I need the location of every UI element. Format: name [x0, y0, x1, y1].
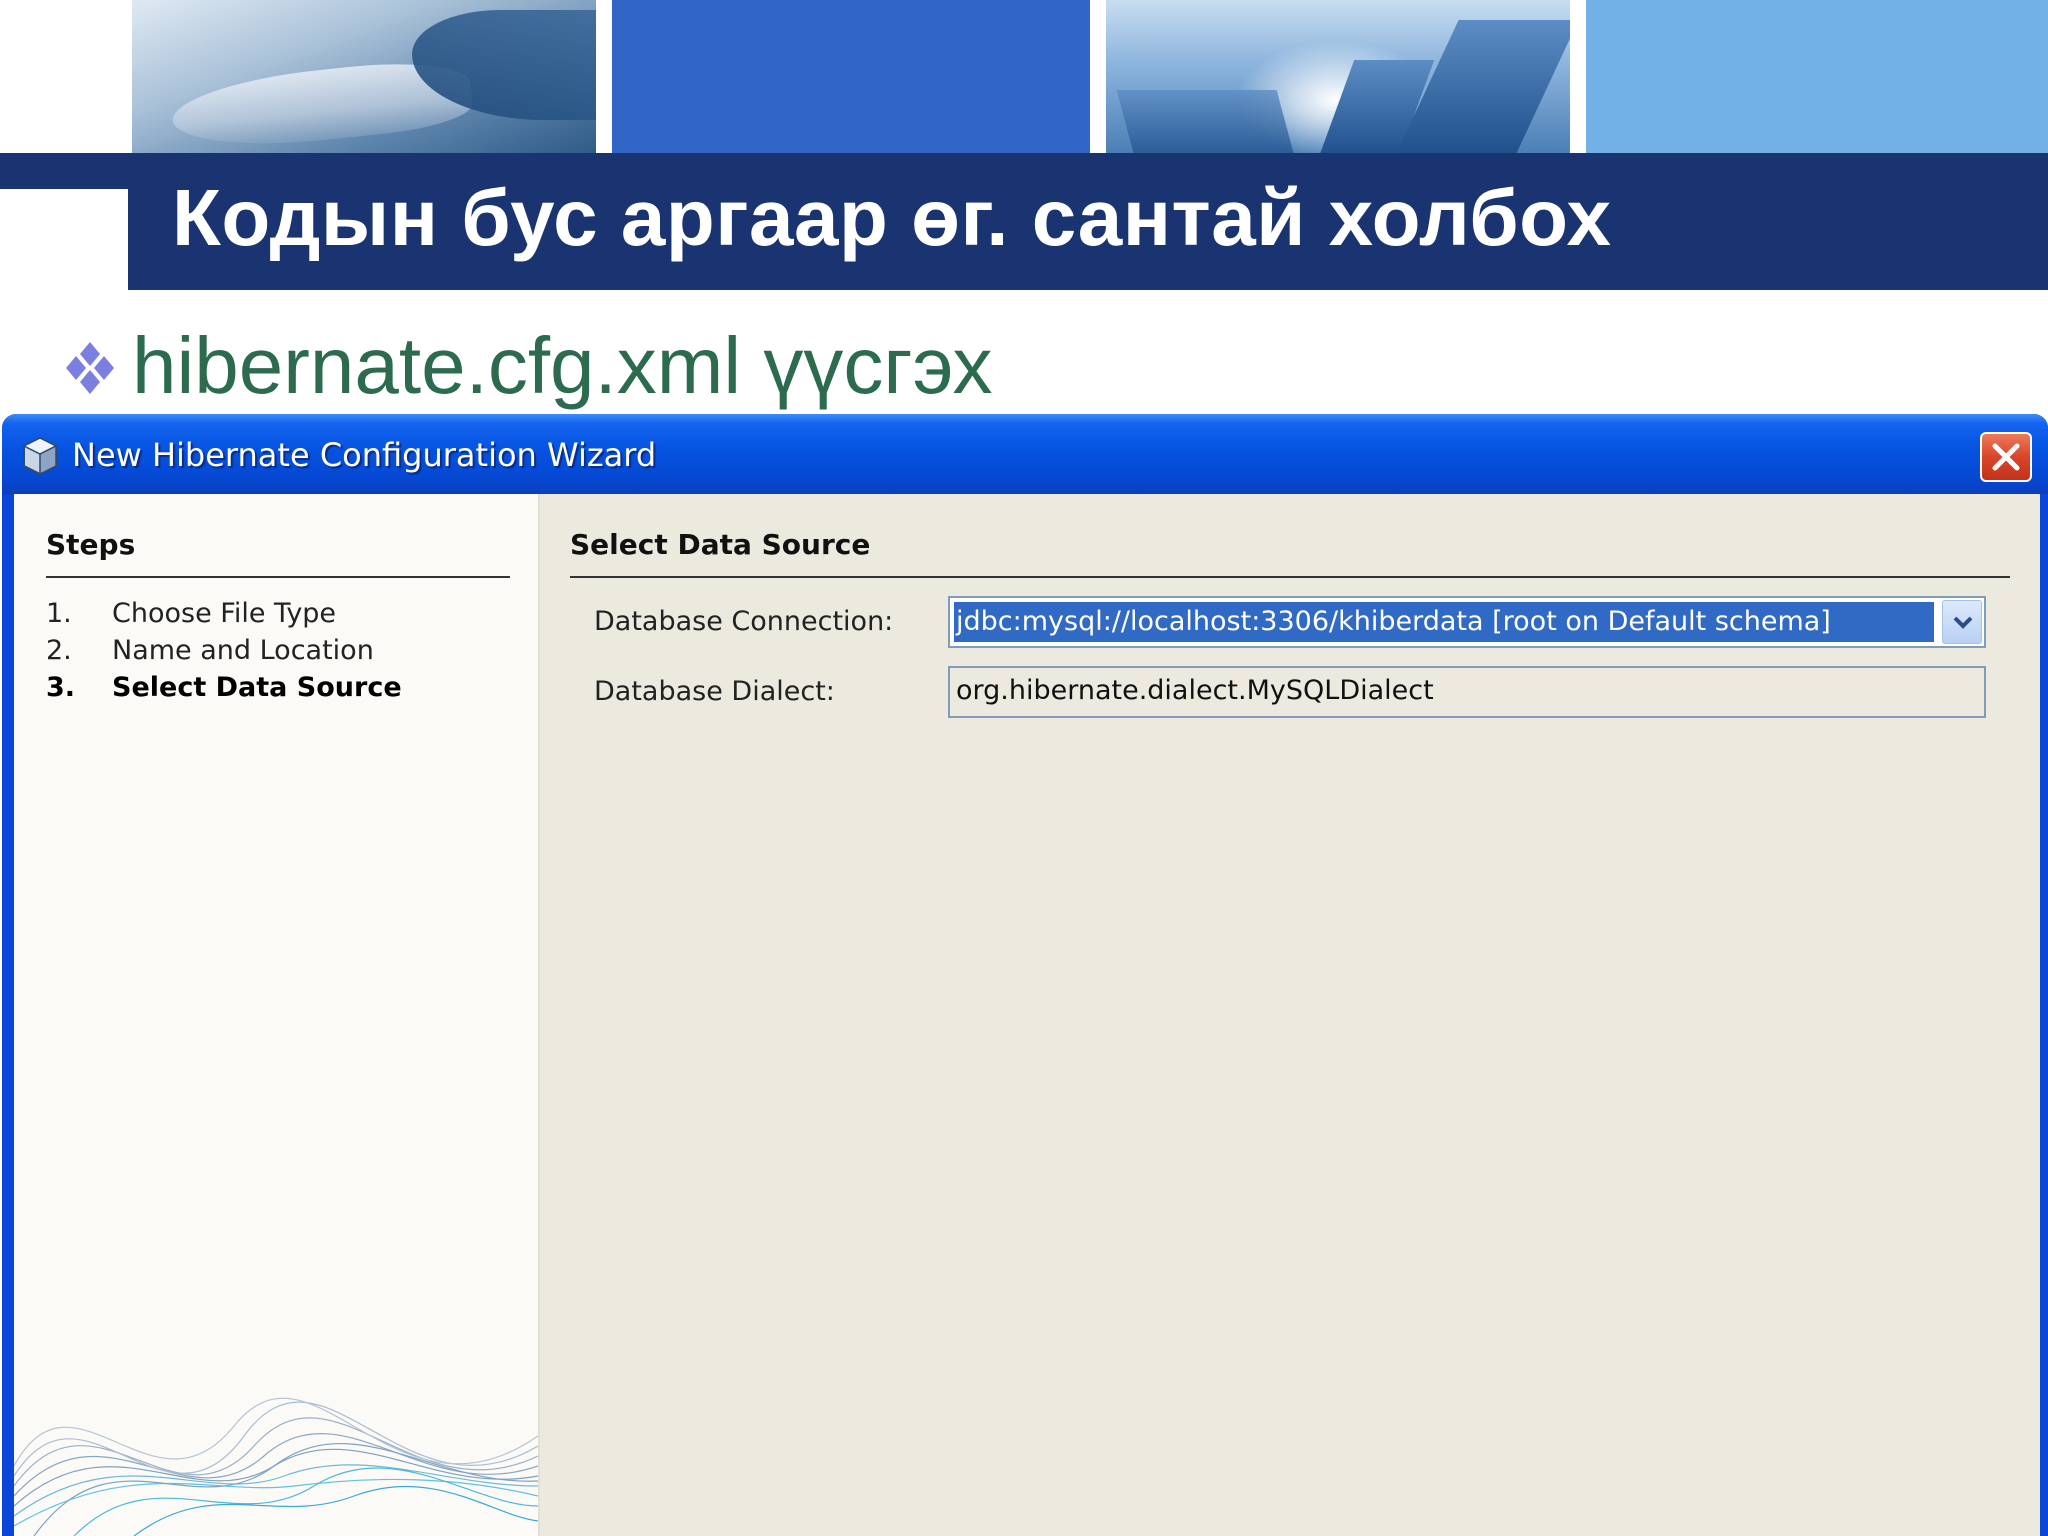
steps-heading: Steps [46, 528, 136, 561]
step-number: 2. [46, 635, 72, 666]
content-heading: Select Data Source [570, 528, 871, 561]
dialog-title: New Hibernate Configuration Wizard [72, 436, 657, 474]
slide-banner [0, 0, 2048, 153]
database-dialect-label: Database Dialect: [594, 676, 835, 707]
cube-icon [22, 436, 58, 476]
dialog-body: Steps 1. Choose File Type 2. Name and Lo… [14, 494, 2040, 1536]
banner-tile-light-blue [1586, 0, 2048, 153]
banner-tile-blue [612, 0, 1090, 153]
chevron-down-icon [1953, 616, 1973, 629]
steps-divider [46, 576, 510, 578]
step-number: 1. [46, 598, 72, 629]
step-label: Select Data Source [112, 672, 402, 703]
step-label: Choose File Type [112, 598, 337, 629]
step-label: Name and Location [112, 635, 374, 666]
close-icon [1992, 443, 2020, 471]
bullet-text: hibernate.cfg.xml үүсгэх [132, 321, 993, 410]
dropdown-button[interactable] [1942, 600, 1982, 644]
slide-title: Кодын бус аргаар өг. сантай холбох [172, 173, 1612, 262]
diamond-bullet-icon [66, 342, 114, 394]
banner-image-hands [132, 0, 596, 153]
wizard-dialog: New Hibernate Configuration Wizard Steps… [2, 414, 2048, 1536]
content-divider [570, 576, 2010, 578]
database-connection-label: Database Connection: [594, 606, 894, 637]
banner-image-buildings [1106, 0, 1570, 153]
database-dialect-field[interactable]: org.hibernate.dialect.MySQLDialect [948, 666, 1986, 718]
close-button[interactable] [1980, 432, 2032, 482]
steps-pane: Steps 1. Choose File Type 2. Name and Lo… [14, 494, 540, 1536]
database-connection-value: jdbc:mysql://localhost:3306/khiberdata [… [954, 602, 1934, 642]
dialog-titlebar[interactable]: New Hibernate Configuration Wizard [2, 414, 2048, 494]
decorative-waves [14, 1397, 538, 1536]
step-number: 3. [46, 672, 76, 703]
database-connection-dropdown[interactable]: jdbc:mysql://localhost:3306/khiberdata [… [948, 596, 1986, 648]
